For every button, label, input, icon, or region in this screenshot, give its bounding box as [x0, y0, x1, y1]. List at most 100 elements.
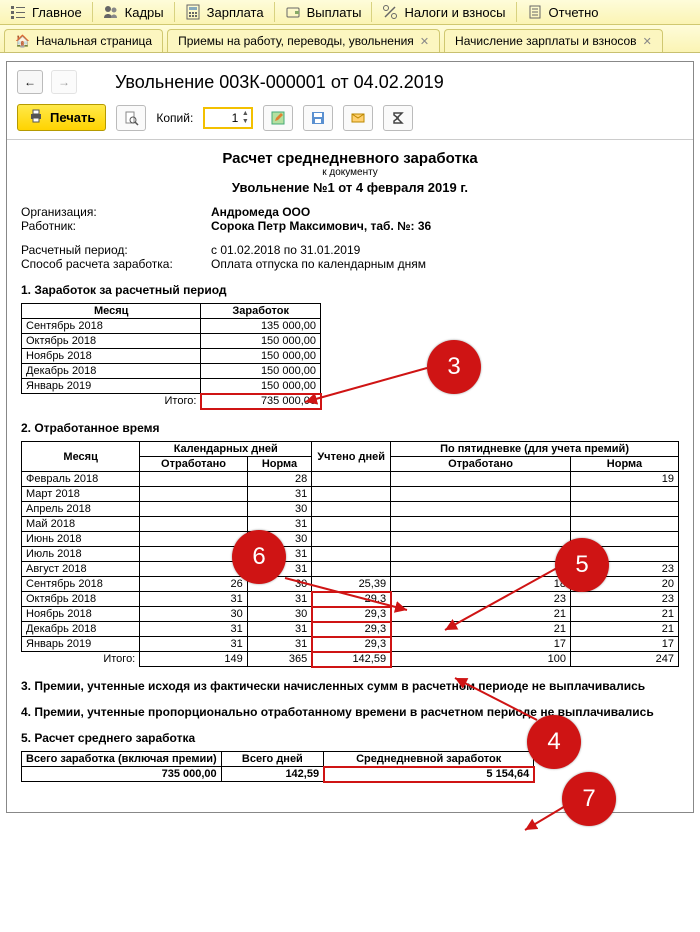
close-icon[interactable]: ✕ — [420, 35, 429, 48]
table-cell — [391, 547, 571, 562]
table-cell — [140, 472, 247, 487]
table-cell: 30 — [140, 607, 247, 622]
report-icon — [527, 4, 543, 20]
table-cell — [391, 517, 571, 532]
table-cell: 19 — [570, 472, 678, 487]
sum-button[interactable] — [383, 105, 413, 131]
emp-value: Сорока Петр Максимович, таб. №: 36 — [211, 219, 431, 233]
menu-label: Кадры — [125, 5, 164, 20]
table-cell: 23 — [570, 592, 678, 607]
t2-h-norm1: Норма — [247, 457, 312, 472]
t2-h-cal: Календарных дней — [140, 442, 312, 457]
table-cell: 25,39 — [312, 577, 391, 592]
annotation-3: 3 — [427, 340, 481, 394]
printer-icon — [28, 108, 44, 127]
org-label: Организация: — [21, 205, 211, 219]
menu-nalogi[interactable]: Налоги и взносы — [372, 0, 515, 24]
table-cell — [391, 472, 571, 487]
table-row: Декабрь 2018 — [22, 622, 140, 637]
tab-hr[interactable]: Приемы на работу, переводы, увольнения ✕ — [167, 29, 440, 52]
table-cell: 29,3 — [312, 622, 391, 637]
table-cell: 31 — [247, 487, 312, 502]
table-cell: 31 — [140, 622, 247, 637]
annotation-4: 4 — [527, 715, 581, 769]
copies-spinner[interactable]: ▲ ▼ — [203, 107, 253, 129]
table-cell: 21 — [570, 607, 678, 622]
table-cell: 100 — [391, 652, 571, 667]
menu-main[interactable]: Главное — [0, 0, 92, 24]
table-cell — [391, 532, 571, 547]
tab-label: Приемы на работу, переводы, увольнения — [178, 34, 414, 48]
home-icon: 🏠 — [15, 34, 30, 48]
tab-bar: 🏠 Начальная страница Приемы на работу, п… — [0, 25, 700, 53]
period-value: с 01.02.2018 по 31.01.2019 — [211, 243, 360, 257]
close-icon[interactable]: ✕ — [643, 35, 652, 48]
table-cell — [140, 532, 247, 547]
table-row: Март 2018 — [22, 487, 140, 502]
total-value: 735 000,00 — [201, 394, 321, 409]
menu-vyplaty[interactable]: Выплаты — [275, 0, 372, 24]
tab-label: Начальная страница — [36, 34, 152, 48]
table-cell: 31 — [247, 622, 312, 637]
table-cell — [570, 502, 678, 517]
page-title: Увольнение 003К-000001 от 04.02.2019 — [115, 72, 444, 93]
t2-h-five: По пятидневке (для учета премий) — [391, 442, 679, 457]
tab-label: Начисление зарплаты и взносов — [455, 34, 637, 48]
t2-h-worked1: Отработано — [140, 457, 247, 472]
table-cell — [312, 532, 391, 547]
t1-h1: Месяц — [22, 304, 201, 319]
table-cell — [140, 562, 247, 577]
spin-up[interactable]: ▲ — [240, 110, 250, 118]
calc-icon — [185, 4, 201, 20]
menu-label: Главное — [32, 5, 82, 20]
t3-v1: 735 000,00 — [22, 767, 222, 782]
section-1: 1. Заработок за расчетный период — [21, 283, 679, 297]
table-cell: 18 — [391, 577, 571, 592]
table-cell: 17 — [570, 637, 678, 652]
print-button[interactable]: Печать — [17, 104, 106, 131]
table-row: Ноябрь 2018 — [22, 349, 201, 364]
save-button[interactable] — [303, 105, 333, 131]
table-cell: 149 — [140, 652, 247, 667]
table-cell: 29,3 — [312, 607, 391, 622]
table-row: Август 2018 — [22, 562, 140, 577]
table-cell: 29,3 — [312, 592, 391, 607]
table-cell — [570, 487, 678, 502]
document-body: Расчет среднедневного заработка к докуме… — [7, 140, 693, 812]
method-value: Оплата отпуска по календарным дням — [211, 257, 426, 271]
edit-button[interactable] — [263, 105, 293, 131]
table-row: Декабрь 2018 — [22, 364, 201, 379]
document-window: ← → Увольнение 003К-000001 от 04.02.2019… — [6, 61, 694, 813]
back-button[interactable]: ← — [17, 70, 43, 94]
tab-home[interactable]: 🏠 Начальная страница — [4, 29, 163, 52]
spin-down[interactable]: ▼ — [240, 118, 250, 126]
table-cell — [312, 562, 391, 577]
table-cell: 21 — [391, 607, 571, 622]
doc-subtitle: к документу — [21, 167, 679, 178]
preview-button[interactable] — [116, 105, 146, 131]
total-label: Итого: — [22, 652, 140, 667]
table-cell: 150 000,00 — [201, 349, 321, 364]
t3-v3: 5 154,64 — [324, 767, 534, 782]
annotation-7: 7 — [562, 772, 616, 826]
tab-salary[interactable]: Начисление зарплаты и взносов ✕ — [444, 29, 663, 52]
table-cell: 150 000,00 — [201, 379, 321, 394]
t2-h-norm2: Норма — [570, 457, 678, 472]
table-row: Февраль 2018 — [22, 472, 140, 487]
table-row: Июль 2018 — [22, 547, 140, 562]
t3-v2: 142,59 — [221, 767, 323, 782]
menu-zarplata[interactable]: Зарплата — [175, 0, 274, 24]
table-row: Январь 2019 — [22, 379, 201, 394]
menu-kadry[interactable]: Кадры — [93, 0, 174, 24]
table-cell — [140, 502, 247, 517]
forward-button[interactable]: → — [51, 70, 77, 94]
email-button[interactable] — [343, 105, 373, 131]
table-cell: 365 — [247, 652, 312, 667]
table-cell: 21 — [570, 622, 678, 637]
menu-otchet[interactable]: Отчетно — [517, 0, 609, 24]
table-row: Ноябрь 2018 — [22, 607, 140, 622]
table-cell — [312, 547, 391, 562]
copies-input[interactable] — [206, 110, 240, 126]
menu-label: Зарплата — [207, 5, 264, 20]
menu-label: Налоги и взносы — [404, 5, 505, 20]
